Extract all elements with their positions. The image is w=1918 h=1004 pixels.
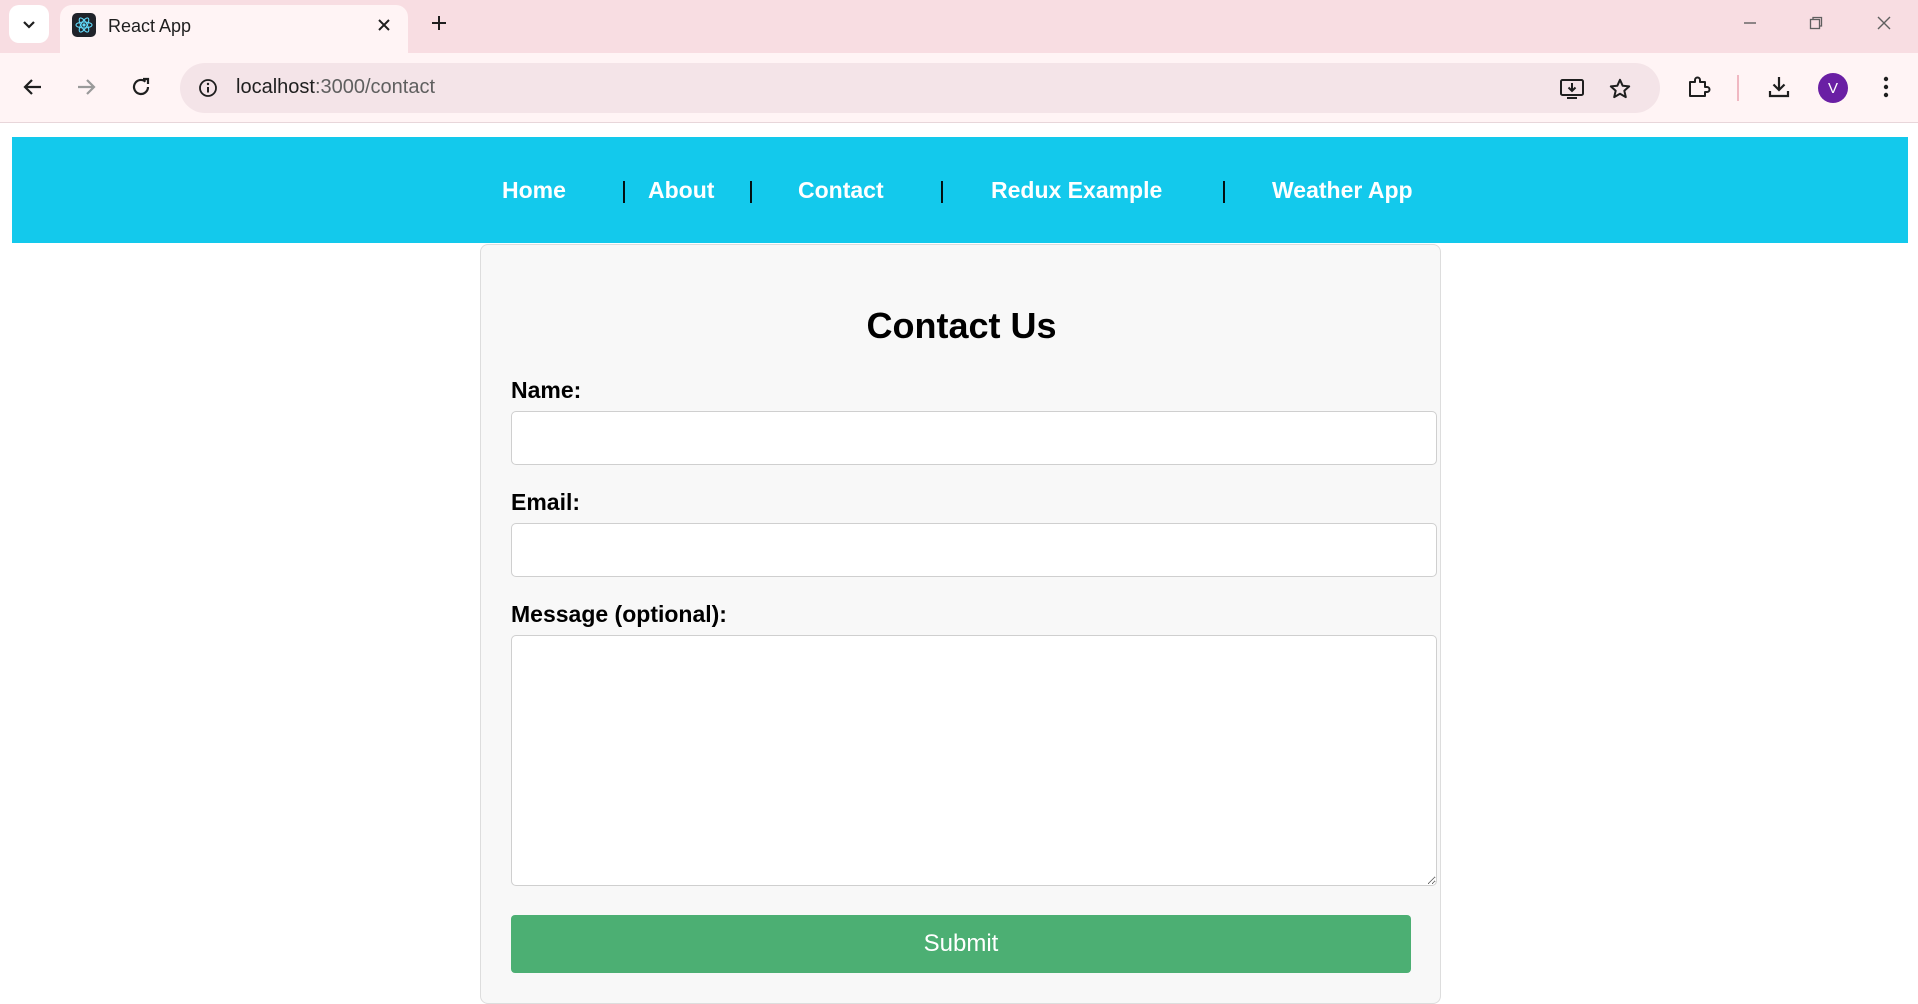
- message-textarea[interactable]: [511, 635, 1437, 886]
- window-close-icon: [1877, 16, 1891, 30]
- contact-form: Contact Us Name: Email: Message (optiona…: [480, 244, 1441, 1004]
- site-info-icon[interactable]: [196, 76, 220, 100]
- address-bar[interactable]: localhost:3000/contact: [180, 63, 1660, 113]
- nav-link-contact[interactable]: Contact: [798, 177, 884, 204]
- name-input[interactable]: [511, 411, 1437, 465]
- minimize-icon: [1744, 22, 1756, 24]
- forward-icon: [78, 79, 96, 95]
- url-host: localhost: [236, 76, 315, 98]
- download-icon: [1768, 77, 1790, 98]
- app-navbar: Home | About | Contact | Redux Example |…: [12, 137, 1908, 243]
- reload-button[interactable]: [121, 67, 161, 107]
- forward-button[interactable]: [66, 67, 106, 107]
- email-input[interactable]: [511, 523, 1437, 577]
- nav-link-redux-example[interactable]: Redux Example: [991, 177, 1162, 204]
- reload-icon: [132, 77, 150, 96]
- browser-menu-button[interactable]: [1866, 67, 1906, 107]
- bookmark-star-icon[interactable]: [1606, 75, 1634, 103]
- nav-link-weather-app[interactable]: Weather App: [1272, 177, 1413, 204]
- window-close-button[interactable]: [1864, 6, 1904, 40]
- close-icon: [378, 19, 390, 31]
- email-label: Email:: [511, 489, 581, 515]
- new-tab-button[interactable]: [424, 8, 454, 38]
- tab-title: React App: [108, 16, 192, 36]
- menu-kebab-icon: [1883, 76, 1889, 98]
- react-logo-icon: [72, 13, 96, 37]
- plus-icon: [432, 16, 446, 30]
- restore-button[interactable]: [1796, 6, 1836, 40]
- browser-toolbar: localhost:3000/contact V: [0, 53, 1918, 123]
- submit-button[interactable]: Submit: [511, 915, 1411, 973]
- nav-separator: |: [939, 177, 945, 203]
- url-text[interactable]: localhost:3000/contact: [236, 76, 435, 99]
- back-button[interactable]: [13, 67, 53, 107]
- chevron-down-icon: [23, 21, 35, 29]
- minimize-button[interactable]: [1730, 6, 1770, 40]
- name-label: Name:: [511, 377, 582, 403]
- toolbar-separator: [1737, 75, 1739, 101]
- restore-icon: [1809, 16, 1823, 30]
- nav-link-home[interactable]: Home: [502, 177, 566, 204]
- browser-tab-active[interactable]: React App: [60, 5, 408, 53]
- nav-separator: |: [1221, 177, 1227, 203]
- page-title: Contact Us: [866, 305, 1057, 346]
- tab-close-button[interactable]: [372, 13, 396, 37]
- nav-separator: |: [621, 177, 627, 203]
- url-path: :3000/contact: [314, 76, 436, 98]
- extensions-button[interactable]: [1679, 67, 1719, 107]
- nav-link-about[interactable]: About: [648, 177, 714, 204]
- nav-separator: |: [748, 177, 754, 203]
- tab-search-button[interactable]: [9, 5, 49, 43]
- message-label: Message (optional):: [511, 601, 727, 627]
- back-icon: [23, 79, 41, 95]
- install-app-icon[interactable]: [1558, 75, 1586, 103]
- browser-tab-bar: React App: [0, 0, 1918, 53]
- downloads-button[interactable]: [1759, 67, 1799, 107]
- extensions-icon: [1689, 76, 1711, 97]
- profile-avatar[interactable]: V: [1818, 73, 1848, 103]
